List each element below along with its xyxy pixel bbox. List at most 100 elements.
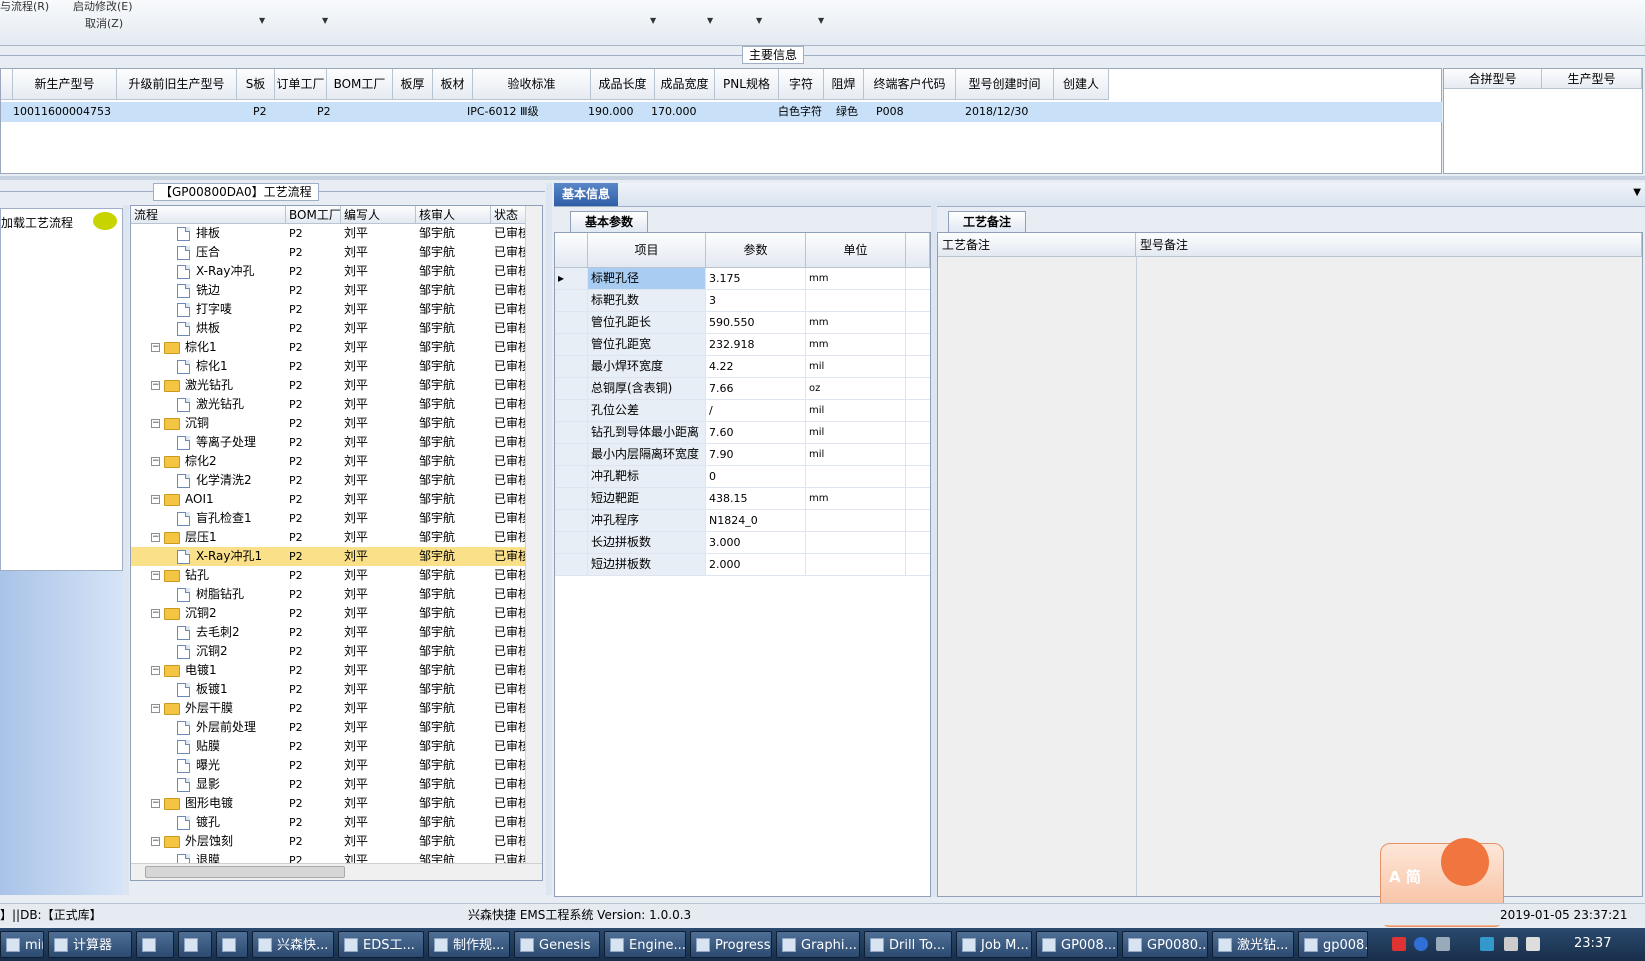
- tree-row[interactable]: − 沉铜2 P2 刘平 邹宇航 已审核: [131, 604, 526, 623]
- param-row[interactable]: 短边靶距 438.15 mm: [555, 488, 930, 510]
- table-row-selected[interactable]: [1, 102, 1442, 122]
- taskbar-item[interactable]: GP0080...: [1122, 931, 1208, 958]
- tree-row[interactable]: 沉铜2 P2 刘平 邹宇航 已审核: [131, 642, 526, 661]
- dropdown-arrow-icon[interactable]: ▼: [707, 16, 713, 25]
- param-value[interactable]: 4.22: [706, 356, 806, 377]
- col-header-bom-factory[interactable]: BOM工厂: [286, 206, 341, 224]
- col-header-main[interactable]: 订单工厂: [275, 69, 327, 100]
- param-value[interactable]: N1824_0: [706, 510, 806, 531]
- taskbar-item[interactable]: 兴森快...: [252, 931, 334, 958]
- param-value[interactable]: /: [706, 400, 806, 421]
- col-header-production-model[interactable]: 生产型号: [1542, 69, 1642, 89]
- tree-horizontal-scrollbar[interactable]: [131, 863, 542, 880]
- param-row[interactable]: 孔位公差 / mil: [555, 400, 930, 422]
- cell-bom-factory[interactable]: P2: [315, 103, 331, 121]
- param-row[interactable]: 标靶孔数 3: [555, 290, 930, 312]
- param-value[interactable]: 232.918: [706, 334, 806, 355]
- help-tray-icon[interactable]: [1414, 937, 1428, 951]
- dropdown-arrow-icon[interactable]: ▼: [756, 16, 762, 25]
- cell-order-factory[interactable]: P2: [251, 103, 267, 121]
- chevron-down-icon[interactable]: ▼: [1633, 187, 1641, 198]
- col-header-main[interactable]: 升级前旧生产型号: [117, 69, 237, 100]
- dropdown-arrow-icon[interactable]: ▼: [259, 16, 265, 25]
- tree-row[interactable]: − AOI1 P2 刘平 邹宇航 已审核: [131, 490, 526, 509]
- tree-row[interactable]: 外层前处理 P2 刘平 邹宇航 已审核: [131, 718, 526, 737]
- tree-row[interactable]: − 棕化2 P2 刘平 邹宇航 已审核: [131, 452, 526, 471]
- taskbar-item[interactable]: Genesis: [514, 931, 600, 958]
- cell-created[interactable]: 2018/12/30: [963, 103, 1028, 121]
- collapse-icon[interactable]: −: [151, 666, 160, 675]
- collapse-icon[interactable]: −: [151, 381, 160, 390]
- tree-row[interactable]: 贴膜 P2 刘平 邹宇航 已审核: [131, 737, 526, 756]
- col-header-main[interactable]: 字符: [779, 69, 824, 100]
- col-header-main[interactable]: 型号创建时间: [956, 69, 1054, 100]
- cell-char[interactable]: 白色字符: [776, 103, 822, 121]
- param-row[interactable]: 钻孔到导体最小距离 7.60 mil: [555, 422, 930, 444]
- collapse-icon[interactable]: −: [151, 704, 160, 713]
- taskbar-item[interactable]: gp008...: [1298, 931, 1368, 958]
- param-row[interactable]: 最小内层隔离环宽度 7.90 mil: [555, 444, 930, 466]
- tree-row[interactable]: − 图形电镀 P2 刘平 邹宇航 已审核: [131, 794, 526, 813]
- collapse-icon[interactable]: −: [151, 609, 160, 618]
- tree-vertical-scrollbar[interactable]: [525, 206, 542, 880]
- tree-row[interactable]: − 棕化1 P2 刘平 邹宇航 已审核: [131, 338, 526, 357]
- tree-row[interactable]: − 外层干膜 P2 刘平 邹宇航 已审核: [131, 699, 526, 718]
- taskbar-item[interactable]: GP008...: [1036, 931, 1118, 958]
- param-value[interactable]: 438.15: [706, 488, 806, 509]
- tab-basic-params[interactable]: 基本参数: [570, 211, 649, 233]
- cell-solder[interactable]: 绿色: [834, 103, 858, 121]
- collapse-icon[interactable]: −: [151, 837, 160, 846]
- collapse-icon[interactable]: −: [151, 343, 160, 352]
- cell-length[interactable]: 190.000: [586, 103, 634, 121]
- collapse-icon[interactable]: −: [151, 799, 160, 808]
- load-process-label[interactable]: 加载工艺流程: [1, 214, 73, 231]
- tree-row[interactable]: 铣边 P2 刘平 邹宇航 已审核: [131, 281, 526, 300]
- tree-row[interactable]: 树脂钻孔 P2 刘平 邹宇航 已审核: [131, 585, 526, 604]
- taskbar-item[interactable]: Drill To...: [864, 931, 952, 958]
- param-row[interactable]: 冲孔靶标 0: [555, 466, 930, 488]
- tree-row[interactable]: − 激光钻孔 P2 刘平 邹宇航 已审核: [131, 376, 526, 395]
- col-header-main[interactable]: 成品宽度: [655, 69, 715, 100]
- tree-row[interactable]: 烘板 P2 刘平 邹宇航 已审核: [131, 319, 526, 338]
- col-header-main[interactable]: 终端客户代码: [864, 69, 956, 100]
- param-value[interactable]: 7.60: [706, 422, 806, 443]
- taskbar-item[interactable]: Graphi...: [776, 931, 860, 958]
- taskbar-item[interactable]: [216, 931, 248, 958]
- tree-row[interactable]: 镀孔 P2 刘平 邹宇航 已审核: [131, 813, 526, 832]
- param-row[interactable]: 最小焊环宽度 4.22 mil: [555, 356, 930, 378]
- param-value[interactable]: 590.550: [706, 312, 806, 333]
- collapse-icon[interactable]: −: [151, 419, 160, 428]
- dropdown-arrow-icon[interactable]: ▼: [818, 16, 824, 25]
- menu-item-flow[interactable]: 与流程(R): [0, 0, 49, 14]
- param-value[interactable]: 3.000: [706, 532, 806, 553]
- taskbar-item[interactable]: [136, 931, 174, 958]
- dropdown-arrow-icon[interactable]: ▼: [322, 16, 328, 25]
- flag-tray-icon[interactable]: [1504, 937, 1518, 951]
- tree-row[interactable]: 激光钻孔 P2 刘平 邹宇航 已审核: [131, 395, 526, 414]
- param-row[interactable]: 冲孔程序 N1824_0: [555, 510, 930, 532]
- tree-row[interactable]: X-Ray冲孔 P2 刘平 邹宇航 已审核: [131, 262, 526, 281]
- param-value[interactable]: 3.175: [706, 268, 806, 289]
- dropdown-arrow-icon[interactable]: ▼: [650, 16, 656, 25]
- taskbar-item[interactable]: Job M...: [956, 931, 1032, 958]
- splitter[interactable]: [0, 176, 1645, 180]
- col-header-main[interactable]: PNL规格: [715, 69, 779, 100]
- taskbar-item[interactable]: 制作规...: [428, 931, 510, 958]
- param-value[interactable]: 0: [706, 466, 806, 487]
- col-header-main[interactable]: 板厚: [393, 69, 433, 100]
- col-header-process[interactable]: 流程: [131, 206, 286, 224]
- collapse-icon[interactable]: −: [151, 571, 160, 580]
- tab-process-notes[interactable]: 工艺备注: [948, 211, 1027, 233]
- taskbar-item[interactable]: 激光钻...: [1212, 931, 1294, 958]
- tree-row[interactable]: − 层压1 P2 刘平 邹宇航 已审核: [131, 528, 526, 547]
- col-header-reviewer[interactable]: 核审人: [416, 206, 491, 224]
- param-value[interactable]: 2.000: [706, 554, 806, 575]
- cell-customer[interactable]: P008: [874, 103, 904, 121]
- menu-item-cancel[interactable]: 取消(Z): [85, 15, 123, 31]
- col-header-main[interactable]: S板: [237, 69, 275, 100]
- process-notes-textarea[interactable]: [938, 257, 1136, 896]
- col-header-status[interactable]: 状态: [491, 206, 526, 224]
- tree-row[interactable]: 盲孔检查1 P2 刘平 邹宇航 已审核: [131, 509, 526, 528]
- tree-row[interactable]: 去毛刺2 P2 刘平 邹宇航 已审核: [131, 623, 526, 642]
- col-header-main[interactable]: 成品长度: [591, 69, 655, 100]
